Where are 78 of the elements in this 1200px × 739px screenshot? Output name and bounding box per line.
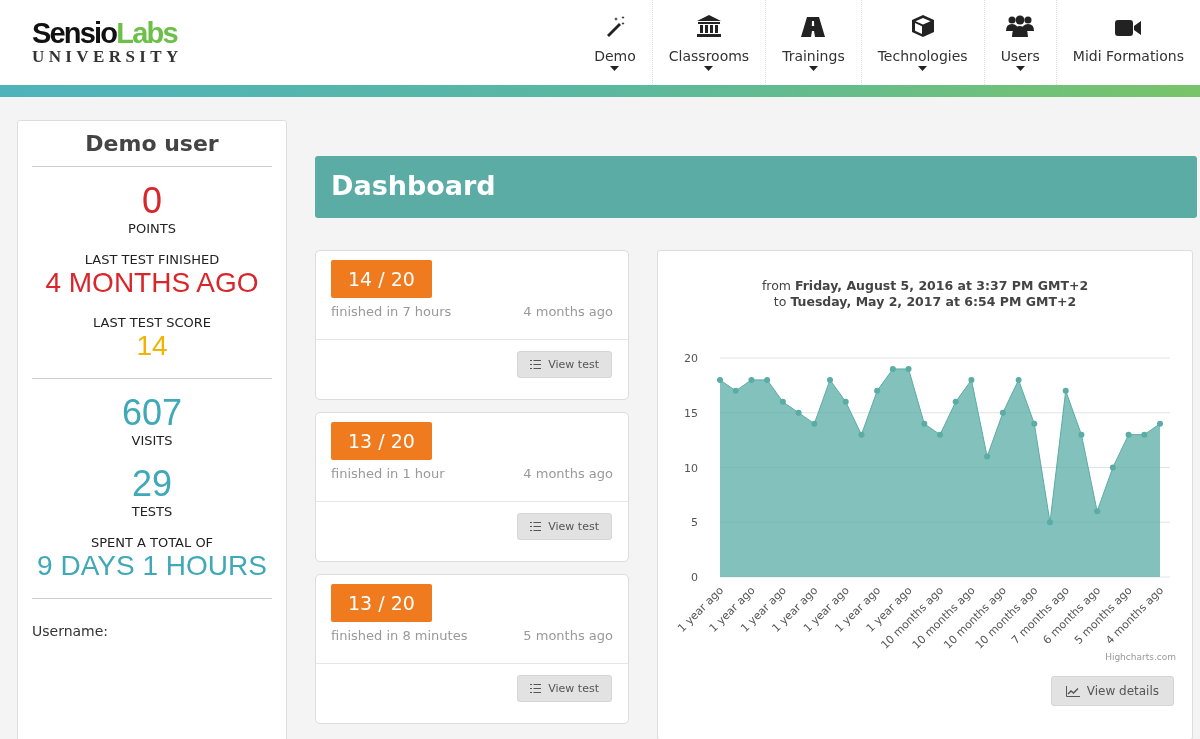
road-icon	[800, 16, 827, 38]
test-date: 4 months ago	[523, 304, 613, 319]
stat-value: 4 MONTHS AGO	[44, 267, 260, 299]
users-icon	[1006, 14, 1035, 38]
data-point	[1141, 431, 1148, 438]
data-point	[952, 398, 959, 405]
view-details-button[interactable]: View details	[1050, 676, 1174, 706]
data-point	[1047, 519, 1053, 526]
line-chart-icon	[1065, 685, 1080, 697]
data-point	[717, 376, 723, 383]
data-point	[748, 376, 755, 383]
y-axis-label: 10	[684, 461, 698, 475]
view-test-button[interactable]: View test	[517, 351, 612, 378]
data-point	[874, 387, 881, 394]
y-axis-label: 15	[684, 406, 698, 420]
data-point	[921, 420, 928, 427]
stat-label: POINTS	[127, 221, 177, 236]
data-point	[1015, 376, 1022, 383]
username-label: Username:	[32, 622, 110, 639]
video-camera-icon	[1114, 18, 1143, 38]
list-icon	[530, 684, 542, 693]
logo-subtitle: UNIVERSITY	[32, 48, 183, 66]
view-test-button[interactable]: View test	[517, 675, 612, 702]
data-point	[858, 431, 865, 438]
score-badge: 13 / 20	[331, 422, 432, 460]
data-point	[999, 409, 1006, 416]
columns-building-icon	[695, 14, 722, 38]
score-badge: 14 / 20	[331, 260, 432, 298]
data-point	[795, 409, 802, 416]
test-date: 4 months ago	[523, 466, 613, 481]
y-axis-label: 20	[684, 352, 698, 365]
user-name: Demo user	[84, 130, 220, 158]
data-point	[842, 398, 849, 405]
chart-title: from Friday, August 5, 2016 at 3:37 PM GMT+2	[760, 278, 1090, 294]
data-point	[905, 365, 912, 372]
logo-wordmark: Sensio	[32, 17, 117, 49]
data-point	[1031, 420, 1038, 427]
stat-label: LAST TEST SCORE	[91, 315, 213, 330]
y-axis-label: 5	[691, 516, 698, 530]
test-duration: finished in 7 hours	[331, 304, 452, 319]
dashboard-title: Dashboard	[315, 156, 1197, 218]
test-duration: finished in 8 minutes	[331, 628, 468, 643]
data-point	[732, 387, 739, 394]
data-point	[968, 376, 975, 383]
list-icon	[530, 522, 542, 531]
nav-item[interactable]: Demo	[594, 0, 652, 85]
logo-wordmark-accent: Labs	[116, 17, 177, 49]
stat-label: TESTS	[130, 504, 174, 519]
data-point	[984, 453, 991, 460]
stat-label: LAST TEST FINISHED	[83, 252, 221, 267]
data-point	[811, 420, 818, 427]
data-point	[779, 398, 786, 405]
data-point	[827, 376, 833, 383]
data-point	[889, 365, 896, 372]
list-icon	[530, 360, 542, 369]
y-axis-label: 0	[691, 571, 698, 584]
stat-value: 9 DAYS 1 HOURS	[36, 550, 268, 582]
score-badge: 13 / 20	[331, 584, 432, 622]
data-point	[1094, 508, 1101, 515]
stat-label: VISITS	[130, 433, 174, 448]
data-point	[937, 431, 943, 438]
cube-icon	[910, 14, 935, 38]
test-duration: finished in 1 hour	[331, 466, 445, 481]
test-date: 5 months ago	[523, 628, 613, 643]
stat-value: 29	[130, 464, 173, 504]
chart-credit: Highcharts.com	[1104, 652, 1177, 662]
stat-label: SPENT A TOTAL OF	[89, 535, 215, 550]
data-point	[1125, 431, 1132, 438]
stat-value: 607	[120, 393, 184, 433]
data-point	[764, 376, 771, 383]
data-point	[1109, 464, 1116, 471]
data-point	[1062, 387, 1069, 394]
data-point	[1078, 431, 1085, 438]
data-point	[1157, 420, 1163, 427]
stat-value: 14	[135, 330, 169, 362]
chart-title: to Tuesday, May 2, 2017 at 6:54 PM GMT+2	[772, 294, 1078, 310]
view-test-button[interactable]: View test	[517, 513, 612, 540]
stat-value: 0	[141, 181, 163, 221]
